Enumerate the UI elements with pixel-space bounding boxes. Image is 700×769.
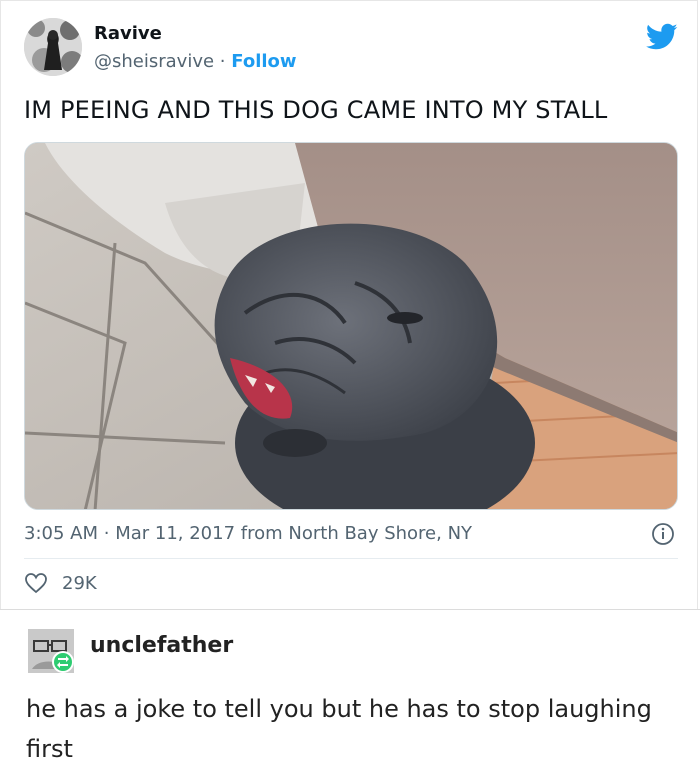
tweet-author-handle-row: @sheisravive · Follow: [94, 51, 297, 72]
twitter-bird-icon[interactable]: [646, 23, 678, 51]
tweet-card: Ravive @sheisravive · Follow IM PEEING A…: [0, 0, 698, 609]
like-button[interactable]: 29K: [24, 571, 97, 595]
post-text: he has a joke to tell you but he has to …: [26, 695, 652, 763]
post-author-avatar[interactable]: [28, 629, 74, 673]
tweet-divider: [24, 558, 678, 559]
info-icon[interactable]: [651, 522, 675, 546]
tweet-photo[interactable]: [24, 142, 678, 510]
reblog-icon: [52, 651, 74, 673]
tweet-date[interactable]: Mar 11, 2017: [115, 523, 235, 544]
tweet-author-avatar[interactable]: [24, 18, 82, 76]
tweet-author-handle[interactable]: @sheisravive: [94, 51, 214, 72]
handle-separator: ·: [219, 51, 226, 72]
tweet-author-name[interactable]: Ravive: [94, 23, 162, 44]
post-username[interactable]: unclefather: [90, 633, 233, 658]
tweet-location[interactable]: from North Bay Shore, NY: [241, 523, 472, 544]
meta-separator: ·: [103, 523, 110, 544]
tweet-meta: 3:05 AM · Mar 11, 2017 from North Bay Sh…: [24, 523, 472, 544]
tweet-text: IM PEEING AND THIS DOG CAME INTO MY STAL…: [24, 96, 608, 124]
reblog-post: unclefather he has a joke to tell you bu…: [0, 609, 700, 766]
tweet-time[interactable]: 3:05 AM: [24, 523, 98, 544]
follow-button[interactable]: Follow: [231, 51, 296, 72]
heart-icon: [25, 573, 47, 594]
like-count: 29K: [62, 572, 97, 594]
